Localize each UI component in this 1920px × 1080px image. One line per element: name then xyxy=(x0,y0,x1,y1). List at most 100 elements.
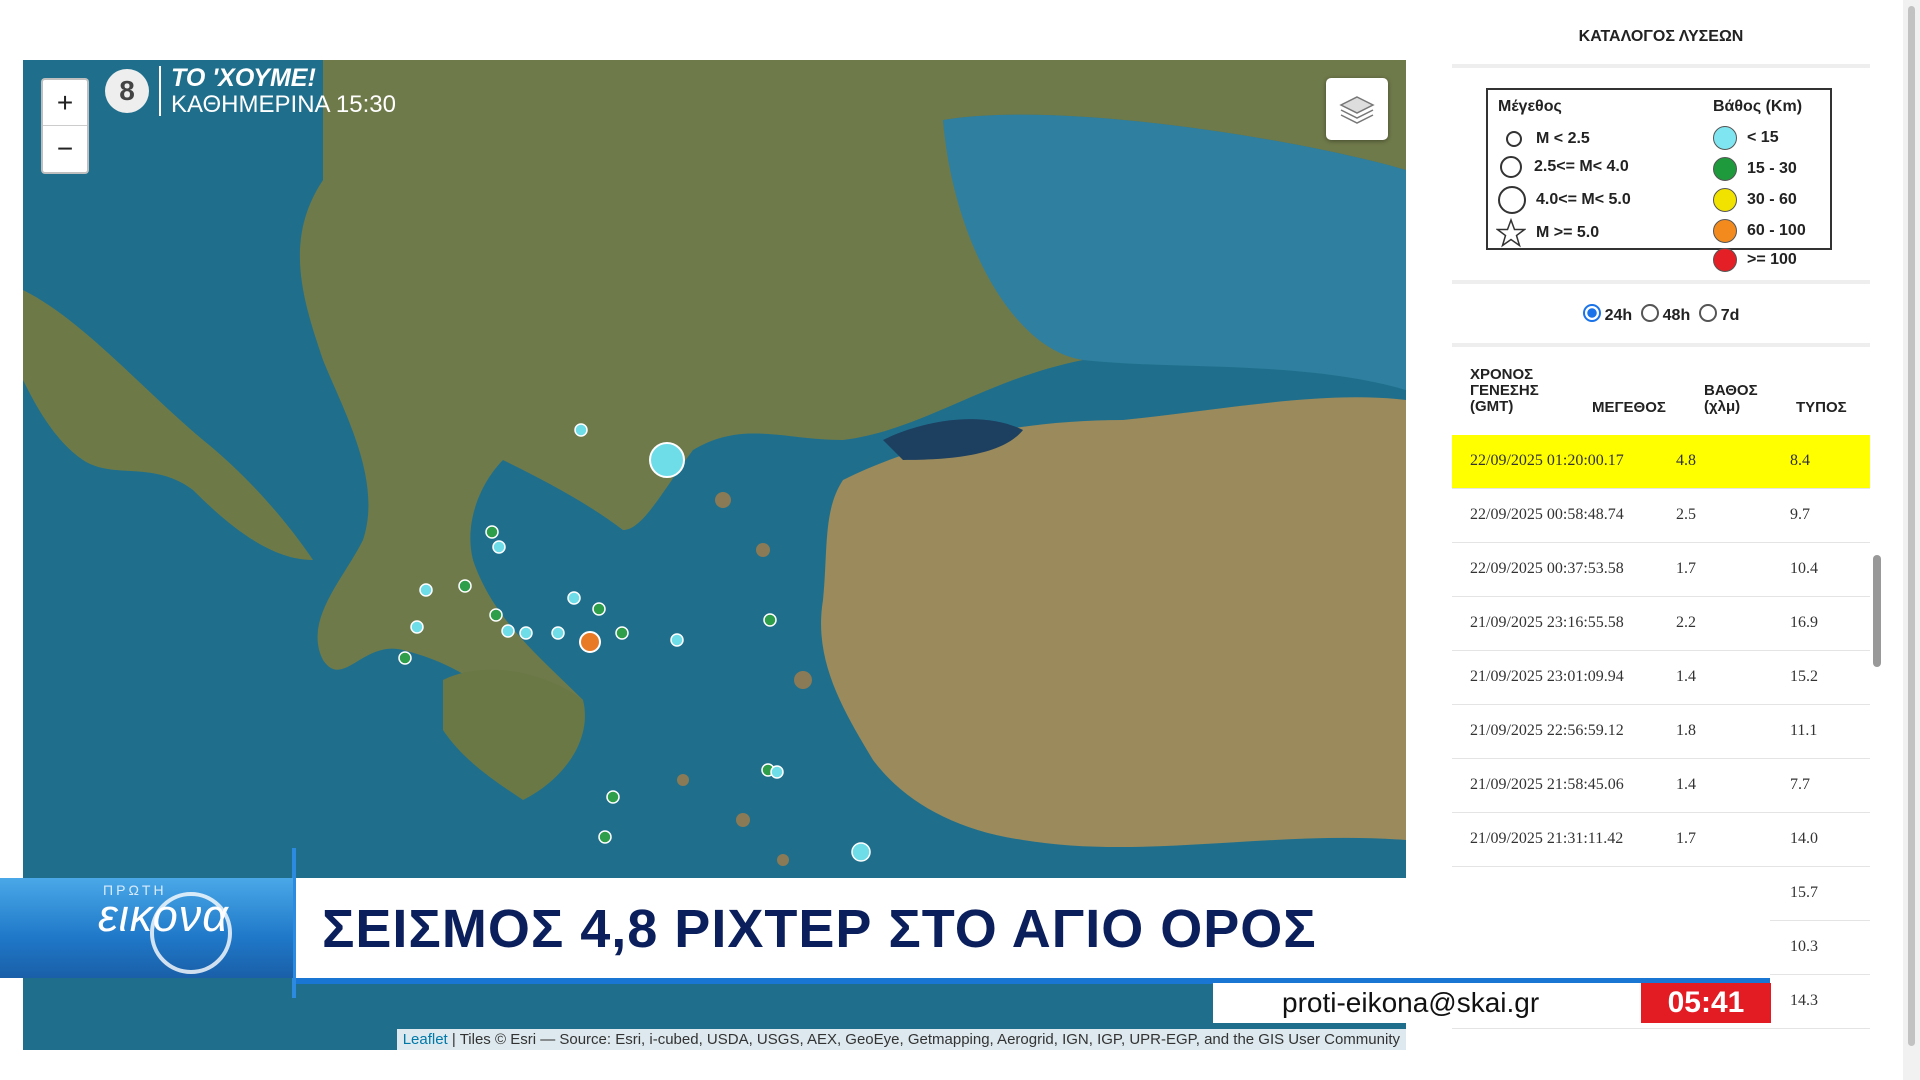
leaflet-link[interactable]: Leaflet xyxy=(403,1031,448,1048)
logo-ring-icon xyxy=(150,892,232,974)
channel-promo: 8 ΤΟ 'ΧΟΥΜΕ! ΚΑΘΗΜΕΡΙΝΑ 15:30 xyxy=(105,64,396,118)
legend-size-row: 2.5<= M< 4.0 xyxy=(1500,156,1629,178)
column-type[interactable]: ΤΥΠΟΣ xyxy=(1796,399,1847,416)
page-scrollbar[interactable] xyxy=(1903,0,1920,1080)
filter-24h[interactable]: 24h xyxy=(1582,304,1632,324)
zoom-control: + − xyxy=(41,78,89,174)
cell-time: 21/09/2025 21:31:11.42 xyxy=(1470,830,1624,847)
news-lower-third: ΠΡΩΤΗ εικονα ΣΕΙΣΜΟΣ 4,8 ΡΙΧΤΕΡ ΣΤΟ ΑΓΙΟ… xyxy=(0,878,1770,984)
zoom-in-button[interactable]: + xyxy=(43,80,87,125)
cell-depth: 15.2 xyxy=(1790,668,1818,685)
cell-depth: 10.4 xyxy=(1790,560,1818,577)
cell-time: 22/09/2025 01:20:00.17 xyxy=(1470,452,1624,469)
headline: ΣΕΙΣΜΟΣ 4,8 ΡΙΧΤΕΡ ΣΤΟ ΑΓΙΟ ΟΡΟΣ xyxy=(322,899,1317,959)
cell-magnitude: 1.7 xyxy=(1676,560,1696,577)
earthquake-marker xyxy=(670,633,684,647)
table-row[interactable]: 21/09/2025 22:56:59.12 1.8 11.1 xyxy=(1452,705,1870,759)
earthquake-marker xyxy=(592,602,606,616)
earthquake-marker xyxy=(485,525,499,539)
earthquake-marker xyxy=(410,620,424,634)
layers-button[interactable] xyxy=(1326,78,1388,140)
earthquake-marker xyxy=(606,790,620,804)
legend: Μέγεθος Βάθος (Km) M < 2.5 2.5<= M< 4.0 … xyxy=(1486,88,1832,272)
radio-selected-icon[interactable] xyxy=(1582,304,1601,322)
cell-depth: 10.3 xyxy=(1790,938,1818,955)
radio-icon[interactable] xyxy=(1698,304,1717,322)
cell-magnitude: 1.4 xyxy=(1676,776,1696,793)
earthquake-marker xyxy=(458,579,472,593)
legend-depth-row: 60 - 100 xyxy=(1713,219,1806,243)
legend-depth-label: 15 - 30 xyxy=(1747,160,1797,177)
cell-time: 21/09/2025 23:16:55.58 xyxy=(1470,614,1624,631)
table-row[interactable]: 21/09/2025 23:16:55.58 2.2 16.9 xyxy=(1452,597,1870,651)
earthquake-marker xyxy=(567,591,581,605)
time-filter: 24h 48h 7d xyxy=(1452,284,1870,343)
cell-time: 21/09/2025 21:58:45.06 xyxy=(1470,776,1624,793)
cell-magnitude: 1.4 xyxy=(1676,668,1696,685)
legend-depth-row: 30 - 60 xyxy=(1713,188,1797,212)
earthquake-marker xyxy=(492,540,506,554)
earthquake-marker xyxy=(501,624,515,638)
depth-color-swatch xyxy=(1713,157,1737,181)
cell-magnitude: 2.2 xyxy=(1676,614,1696,631)
medium-circle-icon xyxy=(1500,156,1522,178)
zoom-out-button[interactable]: − xyxy=(43,125,87,171)
filter-7d[interactable]: 7d xyxy=(1698,304,1739,324)
show-logo: ΠΡΩΤΗ εικονα xyxy=(0,878,293,978)
table-row[interactable]: 21/09/2025 23:01:09.94 1.4 15.2 xyxy=(1452,651,1870,705)
legend-size-row: M >= 5.0 xyxy=(1496,218,1599,248)
earthquake-marker xyxy=(574,423,588,437)
earthquake-marker xyxy=(851,842,871,862)
panel-title: ΚΑΤΑΛΟΓΟΣ ΛΥΣΕΩΝ xyxy=(1452,10,1870,68)
cell-depth: 14.0 xyxy=(1790,830,1818,847)
column-depth[interactable]: ΒΑΘΟΣ (χλμ) xyxy=(1704,383,1774,415)
cell-magnitude: 1.7 xyxy=(1676,830,1696,847)
radio-icon[interactable] xyxy=(1640,304,1659,322)
map-attribution: Leaflet | Tiles © Esri — Source: Esri, i… xyxy=(396,1029,1406,1050)
column-magnitude[interactable]: ΜΕΓΕΘΟΣ xyxy=(1592,399,1666,416)
small-circle-icon xyxy=(1506,131,1522,147)
page-scrollbar-thumb[interactable] xyxy=(1908,6,1915,1046)
legend-depth-label: 60 - 100 xyxy=(1747,222,1806,239)
column-time[interactable]: ΧΡΟΝΟΣ ΓΕΝΕΣΗΣ (GMT) xyxy=(1470,367,1560,415)
cell-time: 21/09/2025 22:56:59.12 xyxy=(1470,722,1624,739)
legend-size-label: 4.0<= M< 5.0 xyxy=(1536,191,1631,208)
depth-color-swatch xyxy=(1713,248,1737,272)
broadcast-clock: 05:41 xyxy=(1641,983,1771,1023)
legend-depth-header: Βάθος (Km) xyxy=(1713,98,1803,115)
filter-48h[interactable]: 48h xyxy=(1640,304,1690,324)
earthquake-marker xyxy=(489,608,503,622)
depth-color-swatch xyxy=(1713,126,1737,150)
table-row[interactable]: 22/09/2025 01:20:00.17 4.8 8.4 xyxy=(1452,435,1870,489)
cell-depth: 15.7 xyxy=(1790,884,1818,901)
legend-size-label: M >= 5.0 xyxy=(1536,224,1600,241)
table-scrollbar[interactable] xyxy=(1873,555,1881,667)
cell-depth: 8.4 xyxy=(1790,452,1810,469)
layers-icon xyxy=(1339,96,1375,124)
table-row[interactable]: 22/09/2025 00:58:48.74 2.5 9.7 xyxy=(1452,489,1870,543)
large-circle-icon xyxy=(1498,186,1526,214)
cell-magnitude: 2.5 xyxy=(1676,506,1696,523)
legend-size-label: 2.5<= M< 4.0 xyxy=(1534,158,1629,175)
attribution-text: | Tiles © Esri — Source: Esri, i-cubed, … xyxy=(447,1031,1400,1048)
table-row[interactable]: 22/09/2025 00:37:53.58 1.7 10.4 xyxy=(1452,543,1870,597)
legend-size-label: M < 2.5 xyxy=(1536,130,1590,147)
earthquake-marker xyxy=(763,613,777,627)
channel-logo: 8 xyxy=(105,69,149,113)
cell-time: 21/09/2025 23:01:09.94 xyxy=(1470,668,1624,685)
star-icon xyxy=(1496,218,1526,248)
cell-magnitude: 4.8 xyxy=(1676,452,1696,469)
earthquake-marker xyxy=(649,442,685,478)
legend-depth-row: < 15 xyxy=(1713,126,1779,150)
depth-color-swatch xyxy=(1713,219,1737,243)
promo-divider xyxy=(159,66,161,116)
legend-size-header: Μέγεθος xyxy=(1498,98,1562,115)
cell-magnitude: 1.8 xyxy=(1676,722,1696,739)
cell-time: 22/09/2025 00:58:48.74 xyxy=(1470,506,1624,523)
table-row[interactable]: 21/09/2025 21:58:45.06 1.4 7.7 xyxy=(1452,759,1870,813)
cell-depth: 9.7 xyxy=(1790,506,1810,523)
promo-title: ΤΟ 'ΧΟΥΜΕ! xyxy=(171,64,316,92)
table-row[interactable]: 21/09/2025 21:31:11.42 1.7 14.0 xyxy=(1452,813,1870,867)
legend-size-row: 4.0<= M< 5.0 xyxy=(1498,186,1631,214)
earthquake-marker xyxy=(551,626,565,640)
